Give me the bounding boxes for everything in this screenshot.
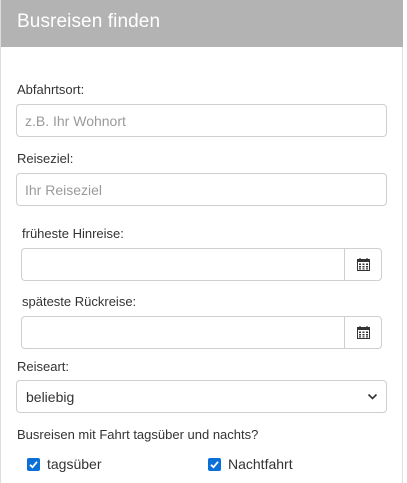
- daytime-checkbox[interactable]: [27, 458, 40, 471]
- earliest-outbound-input[interactable]: [21, 248, 345, 281]
- night-trip-label[interactable]: Nachtfahrt: [228, 456, 293, 472]
- calendar-icon: [356, 258, 370, 271]
- check-icon: [29, 461, 38, 469]
- panel-header: Busreisen finden: [1, 0, 403, 47]
- latest-return-group: [21, 316, 382, 349]
- earliest-outbound-label: früheste Hinreise:: [22, 226, 124, 241]
- travel-type-label: Reiseart:: [17, 359, 70, 374]
- destination-input[interactable]: [16, 173, 387, 206]
- latest-return-label: späteste Rückreise:: [22, 294, 137, 309]
- travel-type-select[interactable]: beliebig: [16, 380, 387, 413]
- chevron-down-icon: [367, 393, 378, 400]
- latest-return-input[interactable]: [21, 316, 345, 349]
- night-trip-checkbox[interactable]: [208, 458, 221, 471]
- travel-type-selected: beliebig: [26, 389, 75, 405]
- day-night-question: Busreisen mit Fahrt tagsüber und nachts?: [17, 427, 259, 442]
- departure-label: Abfahrtsort:: [17, 82, 85, 97]
- calendar-icon: [356, 326, 370, 339]
- page-title: Busreisen finden: [17, 11, 161, 32]
- check-icon: [210, 461, 219, 469]
- daytime-label[interactable]: tagsüber: [47, 456, 101, 472]
- destination-label: Reiseziel:: [17, 151, 74, 166]
- earliest-outbound-group: [21, 248, 382, 281]
- departure-input[interactable]: [16, 104, 387, 137]
- earliest-outbound-calendar-button[interactable]: [344, 248, 382, 281]
- latest-return-calendar-button[interactable]: [344, 316, 382, 349]
- search-panel: Busreisen finden Abfahrtsort: Reiseziel:…: [0, 0, 403, 483]
